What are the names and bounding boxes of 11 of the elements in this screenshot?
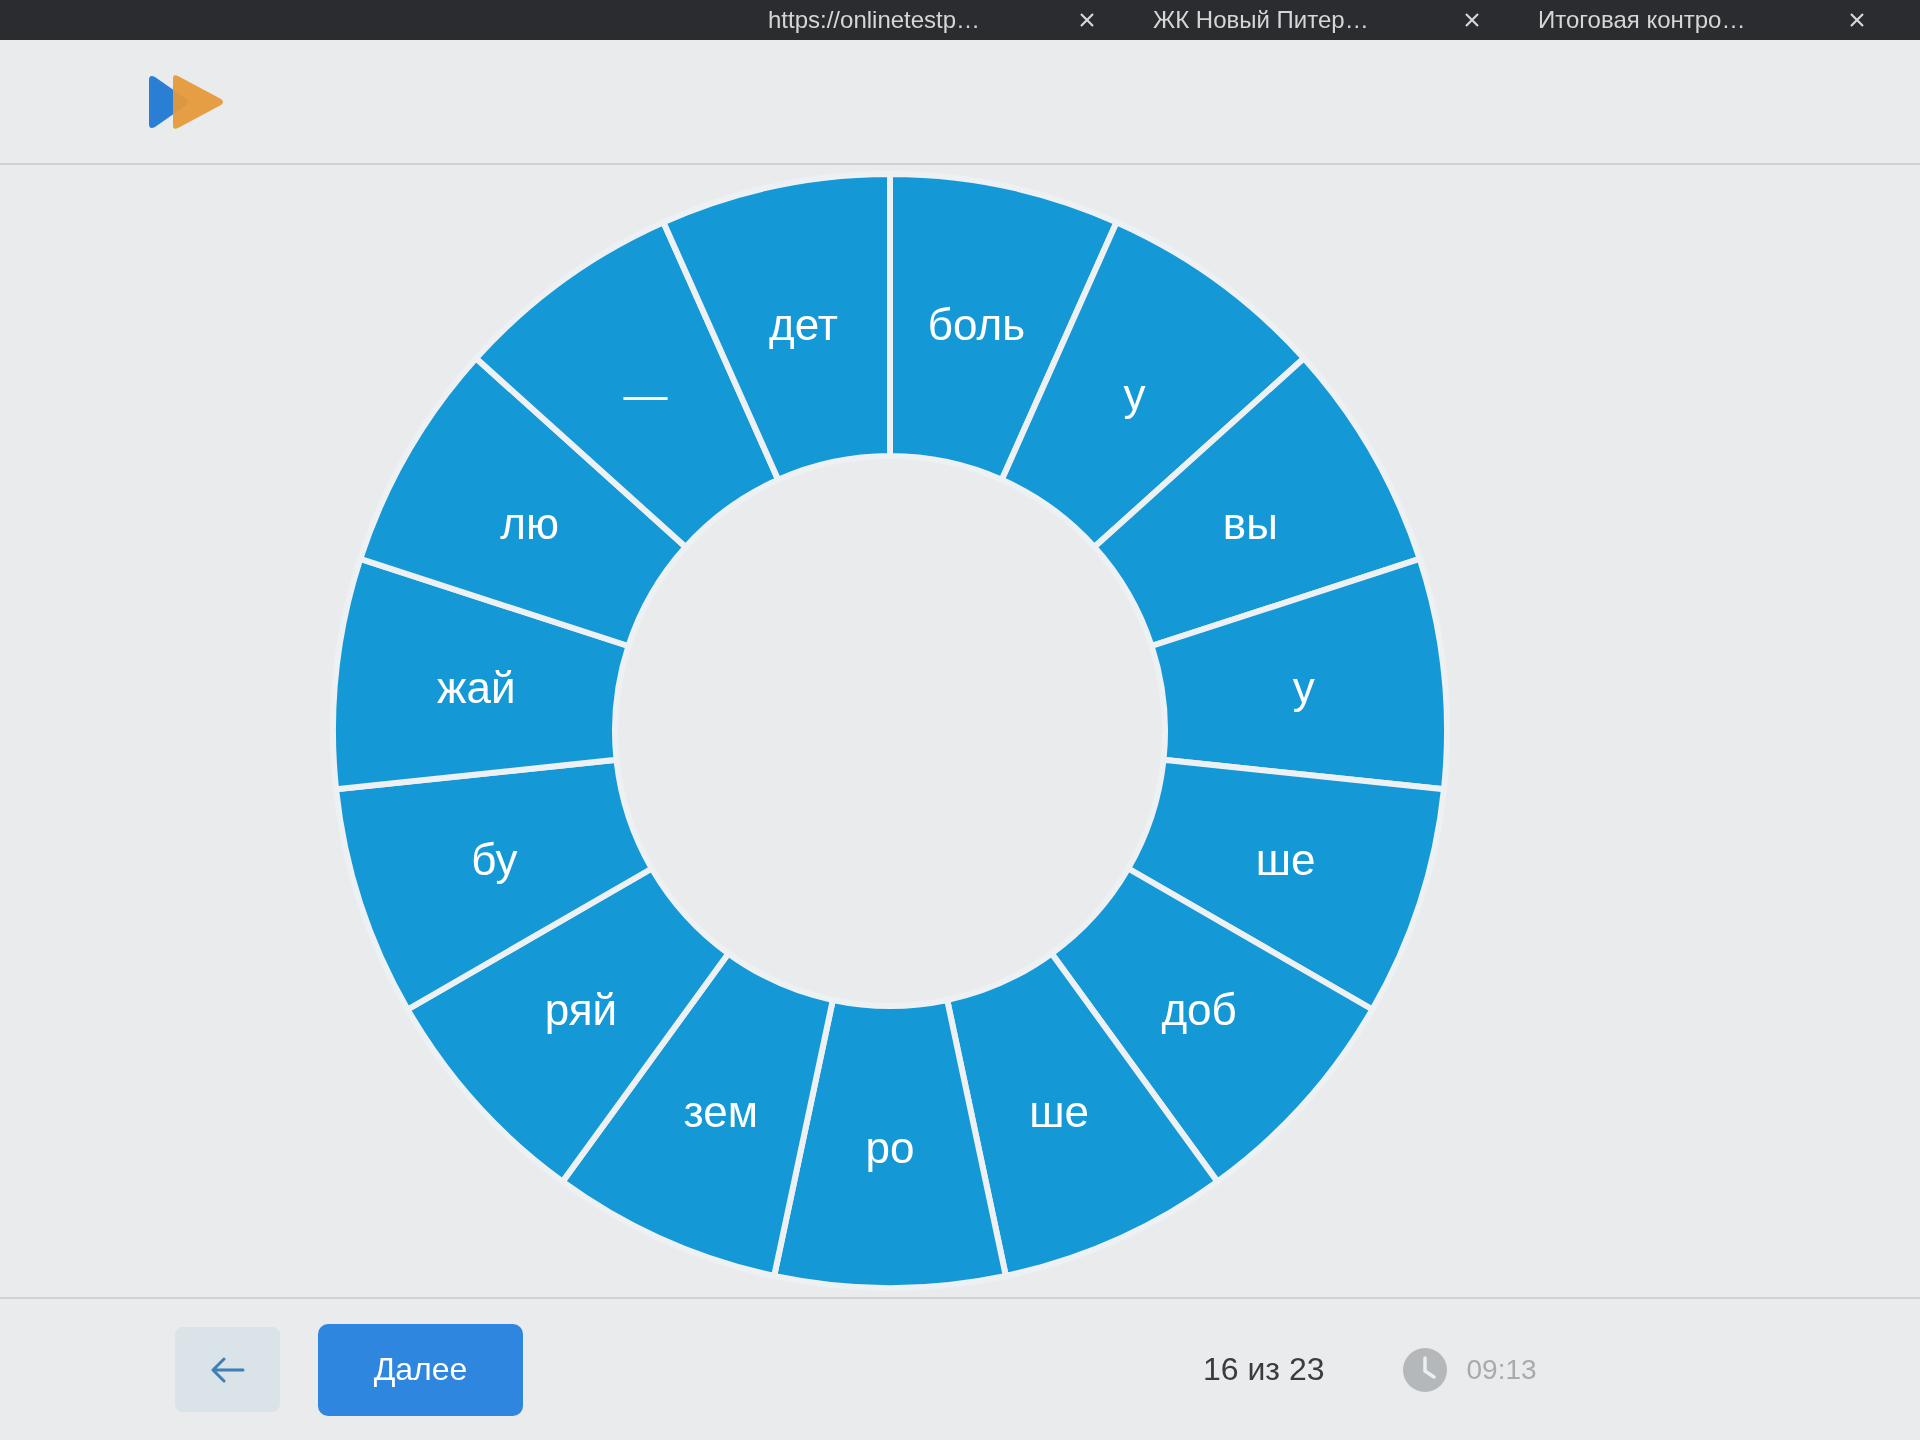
browser-tab[interactable]: Итоговая контро…	[1520, 0, 1905, 40]
close-icon[interactable]	[1849, 12, 1865, 28]
timer-text: 09:13	[1466, 1353, 1537, 1386]
left-arrow-icon	[210, 1356, 245, 1383]
clock-icon	[1402, 1347, 1447, 1392]
question-counter: 16 из 23	[1203, 1351, 1325, 1388]
browser-tab[interactable]: ЖК Новый Питер…	[1135, 0, 1520, 40]
close-icon[interactable]	[1464, 12, 1480, 28]
browser-tab[interactable]: https://onlinetestp…	[750, 0, 1135, 40]
close-icon[interactable]	[1079, 12, 1095, 28]
next-button[interactable]: Далее	[318, 1323, 523, 1416]
